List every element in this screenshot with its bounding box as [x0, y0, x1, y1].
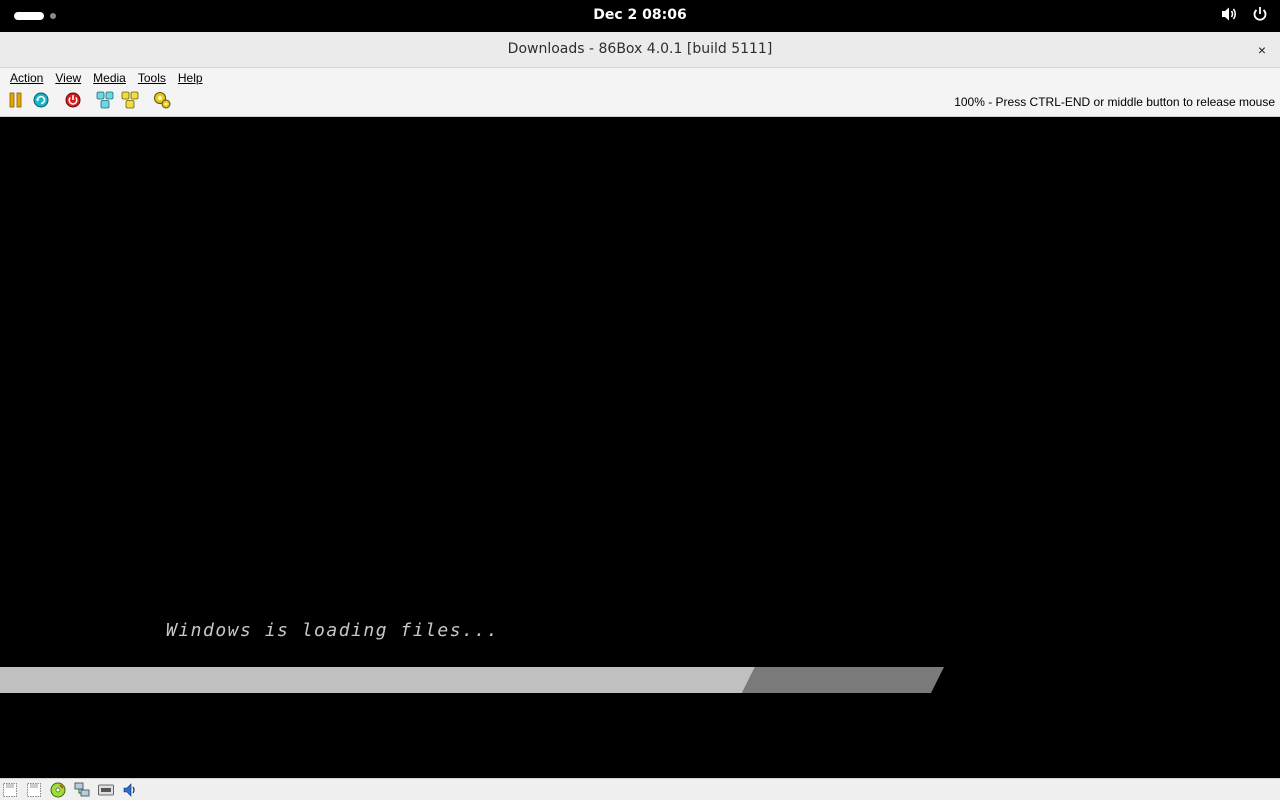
ctrl-alt-esc-button[interactable]: [121, 91, 139, 114]
power-off-icon: [65, 92, 81, 113]
menu-help[interactable]: Help: [172, 71, 209, 85]
volume-icon[interactable]: [1220, 6, 1238, 22]
menu-bar: Action View Media Tools Help: [0, 68, 1280, 87]
cdrom-icon[interactable]: [50, 782, 66, 798]
hard-reset-icon: [33, 92, 49, 113]
close-icon: ×: [1257, 42, 1267, 58]
menu-view[interactable]: View: [49, 71, 87, 85]
power-icon[interactable]: [1252, 6, 1268, 22]
emulator-screen[interactable]: Windows is loading files...: [0, 118, 1280, 778]
settings-icon: [153, 91, 171, 114]
progress-indicator: [742, 667, 944, 693]
menu-tools[interactable]: Tools: [132, 71, 172, 85]
toolbar: 100% - Press CTRL-END or middle button t…: [0, 87, 1280, 117]
network-icon[interactable]: [74, 782, 90, 798]
window-title-bar[interactable]: Downloads - 86Box 4.0.1 [build 5111] ×: [0, 32, 1280, 68]
loading-text: Windows is loading files...: [166, 620, 500, 641]
progress-fill: [0, 667, 755, 693]
ctrl-alt-del-icon: [96, 91, 114, 114]
mouse-status-text: 100% - Press CTRL-END or middle button t…: [954, 95, 1275, 109]
menu-action[interactable]: Action: [4, 71, 49, 85]
power-off-button[interactable]: [64, 92, 82, 113]
system-top-bar: Dec 2 08:06: [0, 0, 1280, 32]
pause-button[interactable]: [7, 92, 25, 113]
pause-icon: [9, 92, 23, 113]
close-button[interactable]: ×: [1252, 40, 1272, 60]
menu-media[interactable]: Media: [87, 71, 132, 85]
sound-icon[interactable]: [122, 782, 138, 798]
window-title: Downloads - 86Box 4.0.1 [build 5111]: [507, 41, 773, 57]
ctrl-alt-esc-icon: [121, 91, 139, 114]
clock[interactable]: Dec 2 08:06: [0, 7, 1280, 23]
hard-reset-button[interactable]: [32, 92, 50, 113]
settings-button[interactable]: [153, 91, 171, 114]
loading-progress-bar: [0, 667, 944, 693]
hdd-icon[interactable]: [98, 782, 114, 798]
status-bar: [0, 778, 1280, 800]
floppy-a-icon[interactable]: [2, 782, 18, 798]
ctrl-alt-del-button[interactable]: [96, 91, 114, 114]
system-tray[interactable]: [1220, 6, 1268, 22]
floppy-b-icon[interactable]: [26, 782, 42, 798]
